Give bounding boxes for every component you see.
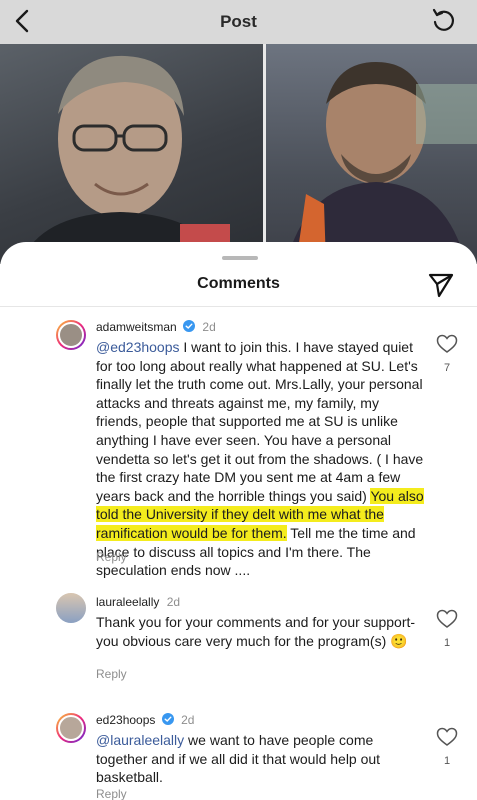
comment-username[interactable]: lauraleelally — [96, 595, 159, 609]
heart-icon — [436, 727, 458, 746]
comment-text: @lauraleelally we want to have people co… — [96, 731, 428, 787]
reply-button[interactable]: Reply — [96, 667, 127, 681]
reply-button[interactable]: Reply — [96, 787, 127, 800]
comment-text: @ed23hoops I want to join this. I have s… — [96, 338, 428, 580]
comment-username[interactable]: ed23hoops — [96, 713, 155, 727]
reply-button[interactable]: Reply — [96, 550, 127, 564]
comment-text-part: I want to join this. I have stayed quiet… — [96, 339, 424, 504]
page-title: Post — [220, 12, 257, 31]
comment-time: 2d — [181, 713, 195, 727]
comments-title: Comments — [197, 275, 280, 292]
top-bar: Post — [0, 0, 477, 44]
sheet-grabber[interactable] — [222, 256, 258, 260]
comment-time: 2d — [202, 320, 216, 334]
person-left-figure — [20, 55, 230, 264]
comment-mention[interactable]: @ed23hoops — [96, 339, 180, 355]
send-icon — [428, 273, 454, 298]
avatar[interactable] — [56, 713, 86, 743]
post-photo — [0, 44, 477, 264]
person-right-figure — [286, 62, 477, 264]
comment-time: 2d — [166, 595, 181, 609]
avatar[interactable] — [56, 593, 86, 623]
comment-header: ed23hoops 2d — [96, 713, 194, 727]
like-button[interactable] — [436, 334, 458, 354]
comment-mention[interactable]: @lauraleelally — [96, 732, 184, 748]
avatar[interactable] — [56, 320, 86, 350]
heart-icon — [436, 334, 458, 353]
sheet-separator — [0, 306, 477, 307]
refresh-button[interactable] — [429, 6, 459, 36]
comment-username[interactable]: adamweitsman — [96, 320, 177, 334]
photo-left-panel — [0, 44, 263, 264]
like-count: 1 — [443, 637, 451, 649]
comment-header: lauraleelally 2d — [96, 595, 180, 609]
like-count: 7 — [443, 362, 451, 374]
verified-badge-icon — [183, 320, 196, 332]
verified-badge-icon — [161, 713, 174, 725]
comment-header: adamweitsman 2d — [96, 320, 216, 334]
like-button[interactable] — [436, 727, 458, 747]
photo-right-panel — [266, 44, 477, 264]
refresh-icon — [432, 8, 455, 31]
heart-icon — [436, 609, 458, 628]
like-button[interactable] — [436, 609, 458, 629]
share-button[interactable] — [427, 270, 455, 298]
like-count: 1 — [443, 755, 451, 767]
comment-text: Thank you for your comments and for your… — [96, 614, 416, 649]
